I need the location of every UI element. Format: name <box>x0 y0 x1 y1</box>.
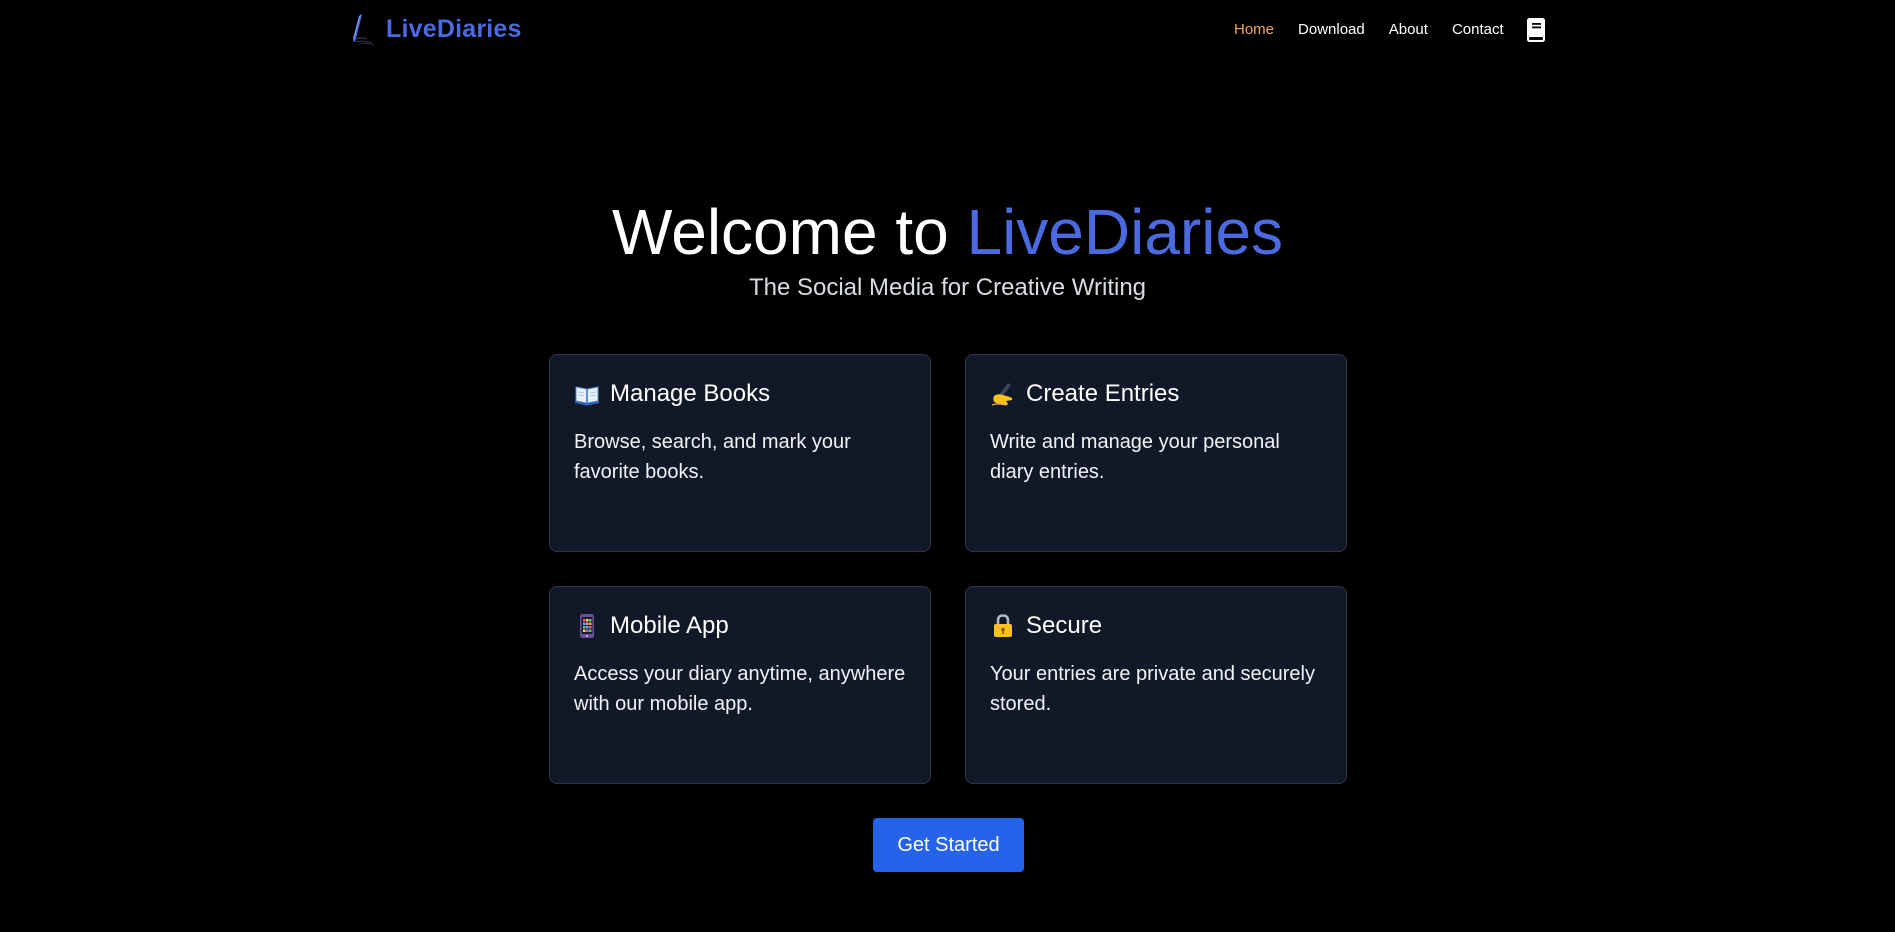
card-header: Mobile App <box>574 611 906 641</box>
navbar: LiveDiaries Home Download About Contact <box>0 0 1895 60</box>
writing-hand-icon <box>991 383 1013 406</box>
card-header: Create Entries <box>990 379 1322 409</box>
card-description: Browse, search, and mark your favorite b… <box>574 431 851 483</box>
card-title: Manage Books <box>610 380 771 407</box>
feature-card-manage-books: Manage Books Browse, search, and mark yo… <box>549 354 931 552</box>
nav-link-contact[interactable]: Contact <box>1452 20 1504 40</box>
nav-link-about[interactable]: About <box>1389 20 1428 40</box>
feature-card-secure: Secure Your entries are private and secu… <box>965 586 1347 784</box>
card-title: Mobile App <box>610 612 729 639</box>
brand-name: LiveDiaries <box>386 15 522 43</box>
brand-link[interactable]: LiveDiaries <box>348 12 522 46</box>
page: LiveDiaries Home Download About Contact … <box>0 0 1895 932</box>
card-header: Manage Books <box>574 379 906 409</box>
card-title: Secure <box>1026 612 1103 639</box>
get-started-button[interactable]: Get Started <box>873 818 1024 872</box>
nav-link-download[interactable]: Download <box>1298 20 1365 40</box>
feature-card-create-entries: Create Entries Write and manage your per… <box>965 354 1347 552</box>
feature-card-mobile-app: Mobile App Access your diary anytime, an… <box>549 586 931 784</box>
open-book-icon <box>575 386 599 406</box>
lock-icon <box>994 614 1012 637</box>
book-icon[interactable] <box>1526 17 1546 43</box>
hero-title-accent: LiveDiaries <box>966 196 1284 268</box>
card-title: Create Entries <box>1026 380 1180 407</box>
nav-links: Home Download About Contact <box>1234 20 1504 40</box>
hero-title-prefix: Welcome to <box>611 196 949 268</box>
card-description: Access your diary anytime, anywhere with… <box>574 663 906 715</box>
nav-link-home[interactable]: Home <box>1234 20 1274 40</box>
hero-subtitle: The Social Media for Creative Writing <box>748 274 1147 301</box>
mobile-phone-icon <box>580 614 594 638</box>
card-description: Your entries are private and securely st… <box>990 663 1315 715</box>
hero-title: Welcome to LiveDiaries <box>0 196 1895 268</box>
quill-logo-icon <box>353 14 375 46</box>
card-header: Secure <box>990 611 1322 641</box>
card-description: Write and manage your personal diary ent… <box>990 431 1280 483</box>
